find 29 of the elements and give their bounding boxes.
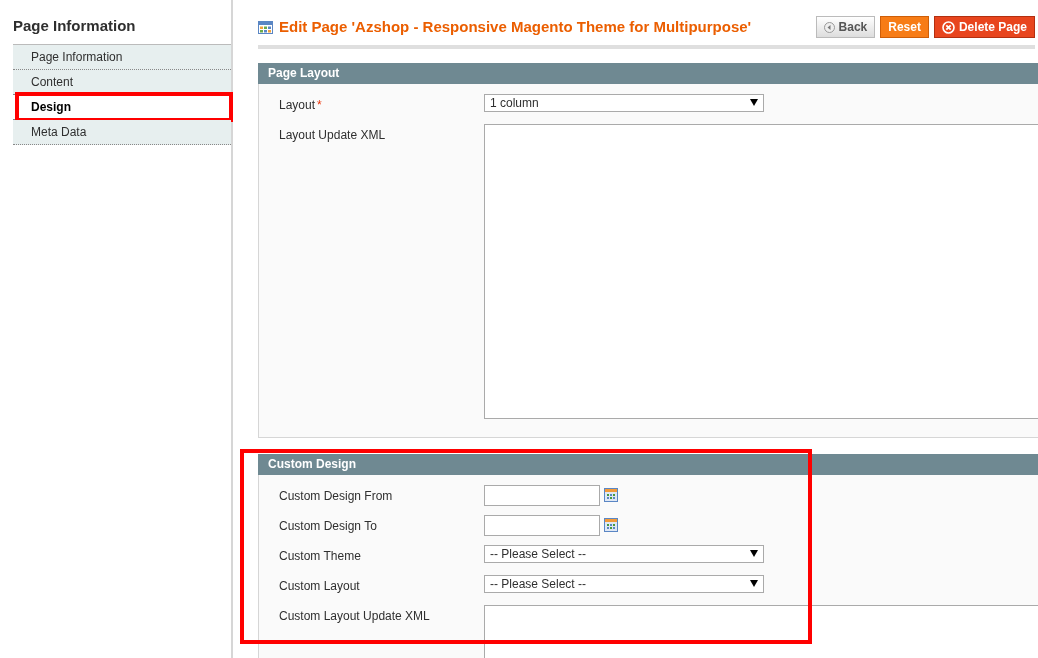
grid-icon xyxy=(258,20,273,34)
date-field[interactable] xyxy=(484,514,600,536)
dropdown-arrow-icon xyxy=(750,99,758,106)
sidebar-item[interactable]: Meta Data xyxy=(13,120,231,145)
back-button[interactable]: Back xyxy=(815,16,876,39)
field-label: Layout * xyxy=(279,96,323,114)
section-header: Page Layout xyxy=(258,62,1038,84)
field-label: Custom Layout xyxy=(279,577,361,595)
field-label: Custom Theme xyxy=(279,547,362,565)
text-area[interactable] xyxy=(484,604,1038,658)
select-field[interactable]: -- Please Select -- xyxy=(484,574,764,593)
calendar-icon[interactable] xyxy=(604,517,618,532)
field-label: Custom Design From xyxy=(279,487,394,505)
select-field[interactable]: 1 column xyxy=(484,93,764,112)
sidebar-item[interactable]: Page Information xyxy=(13,45,231,70)
delete-button[interactable]: Delete Page xyxy=(933,16,1035,39)
calendar-icon[interactable] xyxy=(604,487,618,502)
close-icon xyxy=(941,20,955,34)
page-title: Edit Page 'Azshop - Responsive Magento Theme for Multipurpose' xyxy=(279,17,753,37)
select-field[interactable]: -- Please Select -- xyxy=(484,544,764,563)
sidebar-item[interactable]: Design xyxy=(13,95,231,120)
field-label: Custom Design To xyxy=(279,517,378,535)
section-header: Custom Design xyxy=(258,453,1038,475)
date-field[interactable] xyxy=(484,484,600,506)
dropdown-arrow-icon xyxy=(750,550,758,557)
field-label: Layout Update XML xyxy=(279,126,387,144)
sidebar-title: Page Information xyxy=(13,17,137,35)
field-label: Custom Layout Update XML xyxy=(279,607,431,625)
dropdown-arrow-icon xyxy=(750,580,758,587)
